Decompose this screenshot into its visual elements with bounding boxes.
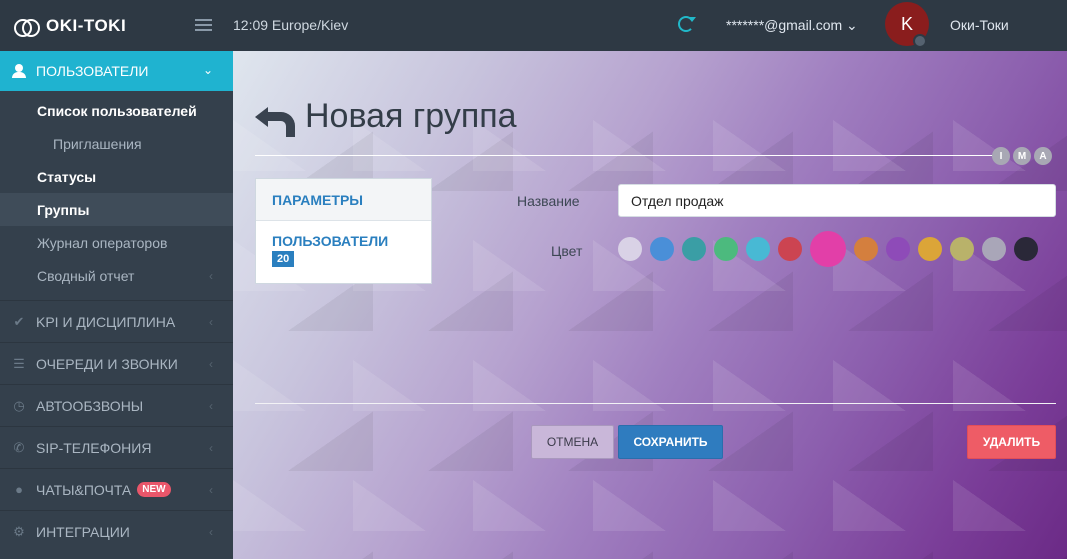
sidebar-item-label: SIP-ТЕЛЕФОНИЯ — [36, 439, 152, 456]
menu-toggle-icon[interactable] — [195, 19, 212, 31]
i-button[interactable]: I — [992, 147, 1010, 165]
top-bar: OKI-TOKI 12:09 Europe/Kiev *******@gmail… — [0, 0, 1067, 51]
sidebar-item-label: Группы — [37, 201, 90, 218]
sidebar-item-label: Сводный отчет — [37, 267, 135, 284]
sidebar-item-label: ОЧЕРЕДИ И ЗВОНКИ — [36, 355, 178, 372]
divider — [255, 403, 1056, 404]
gears-icon: ⚙ — [13, 523, 25, 539]
sync-icon[interactable] — [678, 16, 696, 32]
clock-icon: ◷ — [13, 397, 25, 413]
username[interactable]: Оки-Токи — [950, 17, 1009, 33]
tab-label: ПАРАМЕТРЫ — [272, 191, 363, 208]
tab-parameters[interactable]: ПАРАМЕТРЫ — [256, 179, 431, 221]
ima-buttons: I M A — [992, 147, 1052, 165]
color-swatch[interactable] — [650, 237, 674, 261]
sidebar-item-label: АВТООБЗВОНЫ — [36, 397, 144, 414]
cancel-button[interactable]: ОТМЕНА — [531, 425, 614, 459]
color-swatch[interactable] — [886, 237, 910, 261]
color-label: Цвет — [551, 243, 583, 259]
sidebar: ПОЛЬЗОВАТЕЛИ ⌄ Список пользователей Приг… — [0, 51, 233, 559]
chevron-left-icon: ‹ — [209, 524, 213, 539]
color-swatch[interactable] — [746, 237, 770, 261]
save-button[interactable]: СОХРАНИТЬ — [618, 425, 723, 459]
sidebar-item-label: ПОЛЬЗОВАТЕЛИ — [36, 63, 149, 79]
avatar-letter: K — [900, 13, 913, 34]
sidebar-item-queues[interactable]: ☰ ОЧЕРЕДИ И ЗВОНКИ ‹ — [0, 342, 233, 384]
sidebar-item-users[interactable]: ПОЛЬЗОВАТЕЛИ ⌄ — [0, 51, 233, 91]
chevron-left-icon: ‹ — [209, 482, 213, 497]
color-swatch[interactable] — [918, 237, 942, 261]
sidebar-item-operator-log[interactable]: Журнал операторов — [0, 226, 233, 259]
color-swatch[interactable] — [714, 237, 738, 261]
page-title: Новая группа — [305, 97, 517, 135]
color-swatch[interactable] — [982, 237, 1006, 261]
sidebar-item-groups[interactable]: Группы — [0, 193, 233, 226]
sidebar-item-label: Статусы — [37, 168, 97, 185]
new-badge: NEW — [137, 482, 171, 497]
color-swatch[interactable] — [950, 237, 974, 261]
chevron-left-icon: ‹ — [209, 268, 213, 283]
sidebar-item-label: Список пользователей — [37, 102, 197, 119]
color-picker — [618, 231, 1038, 267]
sidebar-item-label: ИНТЕГРАЦИИ — [36, 523, 130, 540]
a-button[interactable]: A — [1034, 147, 1052, 165]
list-icon: ☰ — [13, 355, 25, 371]
m-button[interactable]: M — [1013, 147, 1031, 165]
color-swatch[interactable] — [854, 237, 878, 261]
account-email-dropdown[interactable]: *******@gmail.com ⌄ — [726, 17, 858, 34]
color-swatch[interactable] — [778, 237, 802, 261]
delete-button[interactable]: УДАЛИТЬ — [967, 425, 1056, 459]
logo-icon — [14, 16, 40, 37]
group-name-input[interactable] — [618, 184, 1056, 217]
tab-users[interactable]: ПОЛЬЗОВАТЕЛИ 20 — [256, 221, 431, 283]
clock-timezone: 12:09 Europe/Kiev — [233, 17, 349, 33]
sidebar-item-statuses[interactable]: Статусы — [0, 160, 233, 193]
sidebar-item-label: Приглашения — [53, 135, 142, 152]
sidebar-item-label: KPI И ДИСЦИПЛИНА — [36, 313, 176, 330]
check-icon: ✔ — [13, 313, 25, 329]
sidebar-item-label: Журнал операторов — [37, 234, 168, 251]
color-swatch[interactable] — [1014, 237, 1038, 261]
divider — [255, 155, 1005, 156]
sidebar-item-integrations[interactable]: ⚙ ИНТЕГРАЦИИ ‹ — [0, 510, 233, 552]
phone-icon: ✆ — [13, 439, 25, 455]
chevron-down-icon: ⌄ — [202, 63, 213, 77]
title-row: Новая группа — [255, 97, 517, 137]
sidebar-item-summary-report[interactable]: Сводный отчет ‹ — [0, 259, 233, 292]
sidebar-item-invitations[interactable]: Приглашения — [0, 127, 233, 160]
back-arrow-icon[interactable] — [255, 105, 295, 137]
chevron-left-icon: ‹ — [209, 314, 213, 329]
chevron-left-icon: ‹ — [209, 440, 213, 455]
sidebar-item-label: ЧАТЫ&ПОЧТА — [36, 481, 132, 498]
chevron-left-icon: ‹ — [209, 398, 213, 413]
color-swatch[interactable] — [618, 237, 642, 261]
status-dot — [913, 34, 927, 48]
logo-text: OKI-TOKI — [46, 15, 127, 35]
sidebar-item-autodial[interactable]: ◷ АВТООБЗВОНЫ ‹ — [0, 384, 233, 426]
chat-icon: ● — [15, 482, 23, 497]
name-label: Название — [517, 193, 580, 209]
color-swatch[interactable] — [682, 237, 706, 261]
users-count-badge: 20 — [272, 251, 295, 267]
tab-label: ПОЛЬЗОВАТЕЛИ — [272, 233, 389, 249]
sidebar-item-chats[interactable]: ● ЧАТЫ&ПОЧТА NEW ‹ — [0, 468, 233, 510]
group-tabs: ПАРАМЕТРЫ ПОЛЬЗОВАТЕЛИ 20 — [255, 178, 432, 284]
sidebar-item-kpi[interactable]: ✔ KPI И ДИСЦИПЛИНА ‹ — [0, 300, 233, 342]
color-swatch[interactable] — [810, 231, 846, 267]
main-content: Новая группа I M A ПАРАМЕТРЫ ПОЛЬЗОВАТЕЛ… — [233, 51, 1067, 559]
chevron-left-icon: ‹ — [209, 356, 213, 371]
sidebar-item-sip[interactable]: ✆ SIP-ТЕЛЕФОНИЯ ‹ — [0, 426, 233, 468]
sidebar-item-user-list[interactable]: Список пользователей — [0, 94, 233, 127]
person-icon — [12, 64, 26, 78]
